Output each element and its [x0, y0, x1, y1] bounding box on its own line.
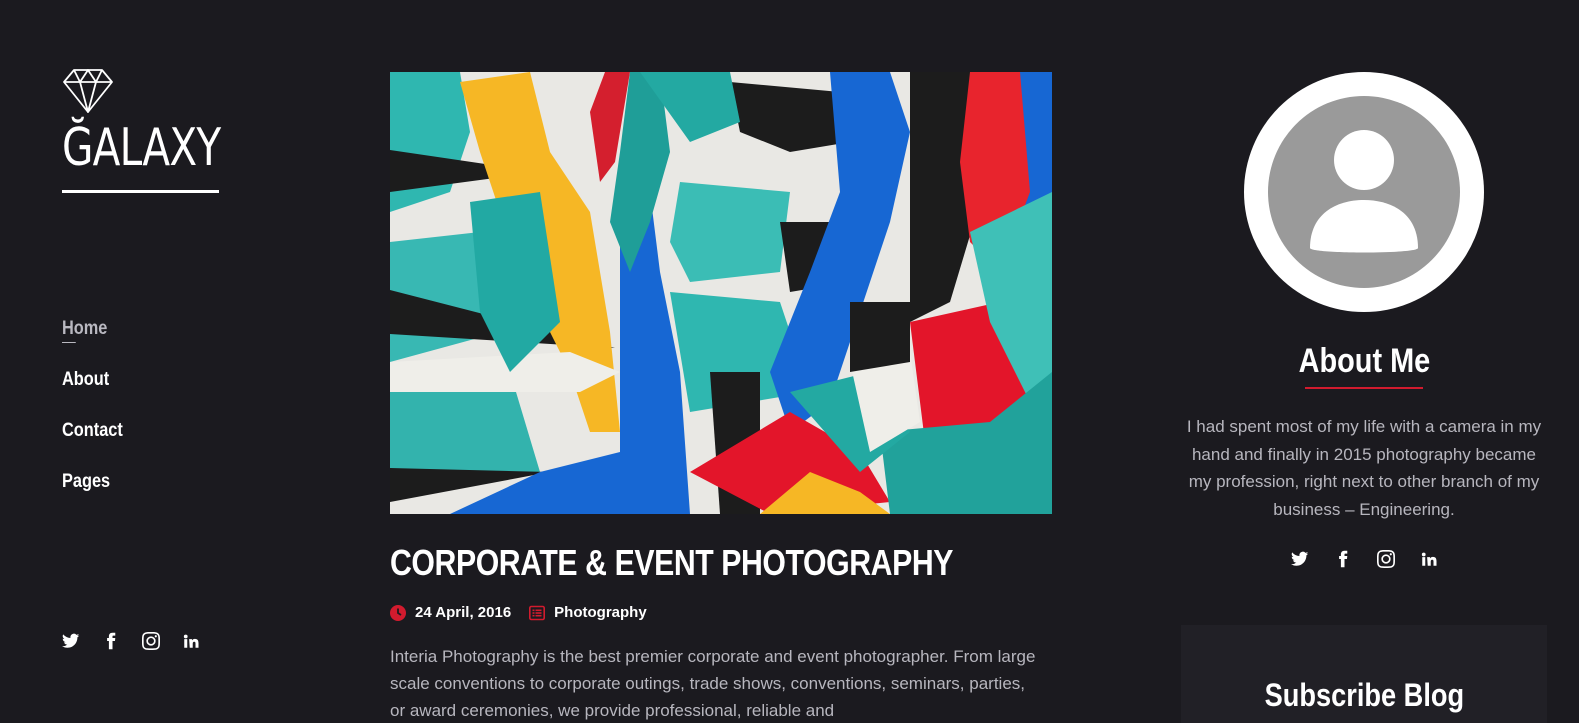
nav-link-pages[interactable]: Pages: [62, 471, 110, 493]
facebook-icon[interactable]: [1334, 550, 1352, 568]
linkedin-icon[interactable]: [182, 632, 200, 650]
post-category-text[interactable]: Photography: [554, 604, 647, 621]
post-excerpt: Interia Photography is the best premier …: [390, 647, 1036, 720]
subscribe-widget: Subscribe Blog: [1181, 625, 1547, 723]
avatar: [1268, 96, 1460, 288]
post-meta: 24 April, 2016 Photography: [390, 604, 1052, 621]
twitter-icon[interactable]: [62, 632, 80, 650]
linkedin-icon[interactable]: [1420, 550, 1438, 568]
nav-link-contact[interactable]: Contact: [62, 420, 123, 442]
page: ĞALAXY Home About Contact Pages CORPORAT…: [0, 0, 1579, 723]
right-sidebar: About Me I had spent most of my life wit…: [1181, 72, 1547, 723]
left-sidebar: ĞALAXY Home About Contact Pages: [62, 0, 322, 723]
post-title[interactable]: CORPORATE & EVENT PHOTOGRAPHY: [390, 542, 953, 584]
logo-underline: [62, 190, 219, 193]
twitter-icon[interactable]: [1290, 550, 1309, 568]
avatar-frame: [1244, 72, 1484, 312]
main-nav: Home About Contact Pages: [62, 318, 133, 522]
post-category[interactable]: Photography: [529, 604, 647, 621]
nav-link-about[interactable]: About: [62, 369, 109, 391]
post-date-text: 24 April, 2016: [415, 604, 512, 621]
user-icon: [1310, 130, 1418, 253]
sidebar-social-links: [62, 632, 200, 650]
nav-item-home: Home: [62, 318, 133, 369]
brand-name: ĞALAXY: [62, 118, 221, 178]
diamond-icon: [63, 69, 113, 113]
instagram-icon[interactable]: [1376, 550, 1395, 568]
clock-icon: [390, 604, 406, 621]
post-featured-image[interactable]: [390, 72, 1052, 514]
site-logo[interactable]: ĞALAXY: [62, 68, 265, 174]
instagram-icon[interactable]: [142, 632, 160, 650]
facebook-icon[interactable]: [102, 632, 120, 650]
nav-item-pages: Pages: [62, 471, 133, 522]
list-icon: [529, 605, 546, 620]
subscribe-title: Subscribe Blog: [1264, 677, 1464, 713]
nav-item-about: About: [62, 369, 133, 420]
about-title-underline: [1305, 387, 1423, 389]
main-content: CORPORATE & EVENT PHOTOGRAPHY 24 April, …: [390, 72, 1052, 723]
about-title: About Me: [1298, 342, 1430, 380]
post-date: 24 April, 2016: [390, 604, 511, 621]
nav-link-home[interactable]: Home: [62, 318, 107, 343]
nav-item-contact: Contact: [62, 420, 133, 471]
about-text: I had spent most of my life with a camer…: [1186, 417, 1542, 519]
about-social-links: [1181, 550, 1547, 568]
